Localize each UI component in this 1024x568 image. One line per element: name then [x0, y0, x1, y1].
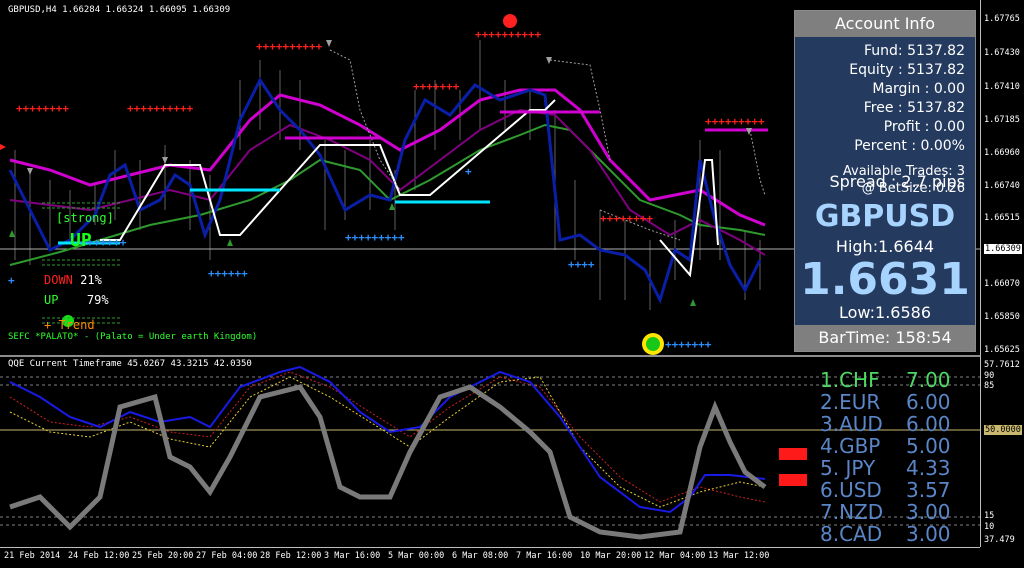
time-tick: 7 Mar 16:00 [516, 551, 573, 561]
account-margin: Margin : 0.00 [872, 81, 965, 97]
up-percent-label: UP 79% [44, 293, 109, 307]
account-symbol: GBPUSD [814, 199, 956, 234]
price-tick: 1.65625 [984, 345, 1020, 355]
currency-name: 7.NZD [820, 500, 884, 524]
currency-value: 6.00 [906, 390, 951, 414]
currency-name: 5. JPY [820, 456, 876, 480]
currency-value: 3.00 [906, 522, 951, 546]
spread-value: Spread : 2.7 pips [829, 172, 965, 191]
svg-text:++++++++++: ++++++++++ [256, 40, 323, 53]
svg-text:+: + [465, 165, 472, 178]
time-tick: 27 Feb 04:00 [196, 551, 258, 561]
chart-symbol-title: GBPUSD,H4 1.66284 1.66324 1.66095 1.6630… [8, 5, 231, 15]
currency-name: 2.EUR [820, 390, 881, 414]
currency-value: 3.00 [906, 500, 951, 524]
svg-text:++++++++++: ++++++++++ [475, 28, 542, 41]
price-tick: 1.66515 [984, 213, 1020, 223]
price-tick: 1.67185 [984, 115, 1020, 125]
svg-text:+++++++++: +++++++++ [345, 231, 405, 244]
price-tick: 1.66960 [984, 148, 1020, 158]
current-price: 1.6631 [800, 254, 970, 305]
currency-value: 7.00 [906, 368, 951, 392]
up-label: UP [44, 293, 59, 307]
trend-up-label: UP [70, 230, 92, 251]
currency-name: 8.CAD [820, 522, 883, 546]
svg-text:+++++++: +++++++ [665, 338, 712, 351]
up-value: 79% [86, 293, 109, 307]
currency-value: 3.57 [906, 478, 951, 502]
time-tick: 6 Mar 08:00 [452, 551, 509, 561]
qqe-axis-tick: 85 [984, 381, 995, 391]
price-tick: 1.65850 [984, 312, 1020, 322]
time-tick: 12 Mar 04:00 [644, 551, 706, 561]
account-profit: Profit : 0.00 [883, 119, 965, 135]
qqe-axis-tick: 15 [984, 511, 995, 521]
currency-value: 4.33 [906, 456, 951, 480]
currency-row: 3.AUD 6.00 [820, 412, 951, 436]
account-free: Free : 5137.82 [863, 100, 965, 116]
price-tick: 1.67410 [984, 82, 1020, 92]
svg-text:+++++++: +++++++ [413, 80, 460, 93]
currency-row: 6.USD 3.57 [820, 478, 951, 502]
price-tick: 1.67765 [984, 14, 1020, 24]
account-equity: Equity : 5137.82 [849, 62, 965, 78]
time-tick: 28 Feb 12:00 [260, 551, 322, 561]
account-fund: Fund: 5137.82 [864, 43, 965, 59]
svg-text:++++++++: ++++++++ [16, 102, 69, 115]
down-value: 21% [80, 273, 102, 287]
currency-name: 3.AUD [820, 412, 883, 436]
price-tick: 1.66070 [984, 279, 1020, 289]
time-tick: 24 Feb 12:00 [68, 551, 130, 561]
bar-time: BarTime: 158:54 [795, 325, 975, 351]
svg-text:++++++++++: ++++++++++ [127, 102, 194, 115]
svg-text:++++: ++++ [568, 258, 595, 271]
qqe-axis-tick: 37.479 [984, 535, 1015, 545]
time-tick: 21 Feb 2014 [4, 551, 61, 561]
price-tick: 1.66740 [984, 181, 1020, 191]
down-label: DOWN [44, 273, 73, 287]
qqe-axis-tick: 10 [984, 522, 995, 532]
currency-row: 5. JPY 4.33 [820, 456, 951, 480]
trend-label: + Trend [44, 318, 95, 332]
currency-value: 5.00 [906, 434, 951, 458]
session-low: Low:1.6586 [838, 303, 931, 322]
price-tick: 1.67430 [984, 48, 1020, 58]
time-tick: 5 Mar 00:00 [388, 551, 445, 561]
currency-row: 7.NZD 3.00 [820, 500, 951, 524]
currency-name: 4.GBP [820, 434, 881, 458]
qqe-axis-tick: 57.7612 [984, 360, 1020, 370]
time-tick: 10 Mar 20:00 [580, 551, 642, 561]
account-info-panel: Account Info Fund: 5137.82 Equity : 5137… [794, 10, 976, 352]
down-percent-label: DOWN 21% [44, 273, 102, 287]
strength-marker-red [779, 474, 807, 486]
currency-value: 6.00 [906, 412, 951, 436]
time-tick: 13 Mar 12:00 [708, 551, 770, 561]
account-info-title: Account Info [795, 11, 975, 37]
indicator-footer-label: SEFC *PALATO* - (Palato = Under earth Ki… [8, 332, 258, 342]
account-percent: Percent : 0.00% [854, 138, 965, 154]
currency-name: 6.USD [820, 478, 882, 502]
svg-text:+: + [8, 274, 15, 287]
currency-row: 1.CHF 7.00 [820, 368, 951, 392]
qqe-title: QQE Current Timeframe 45.0267 43.3215 42… [8, 359, 252, 369]
qqe-level-tag: 50.0000 [984, 425, 1022, 435]
currency-row: 8.CAD 3.00 [820, 522, 951, 546]
strength-marker-red [779, 448, 807, 460]
currency-name: 1.CHF [820, 368, 880, 392]
strength-strong-label: [strong] [56, 211, 114, 225]
qqe-axis-tick: 90 [984, 371, 995, 381]
current-price-tag: 1.66309 [984, 244, 1022, 254]
time-tick: 3 Mar 16:00 [324, 551, 381, 561]
svg-text:++++++++: ++++++++ [600, 212, 653, 225]
currency-row: 4.GBP 5.00 [820, 434, 951, 458]
currency-row: 2.EUR 6.00 [820, 390, 951, 414]
time-tick: 25 Feb 20:00 [132, 551, 194, 561]
svg-text:++++++: ++++++ [208, 267, 248, 280]
svg-text:+++++++++: +++++++++ [705, 115, 765, 128]
